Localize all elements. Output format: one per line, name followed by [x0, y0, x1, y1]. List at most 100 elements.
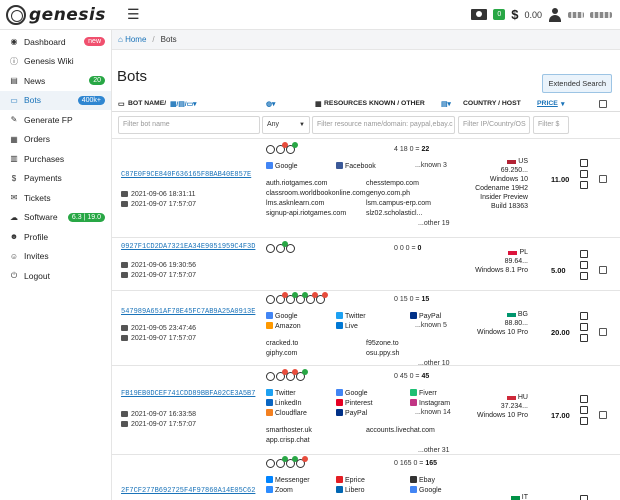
sidebar-item-generate-fp[interactable]: ✎ Generate FP [0, 110, 111, 130]
fingerprint-status-icon[interactable] [276, 142, 288, 154]
sidebar-item-tickets[interactable]: ✉ Tickets [0, 188, 111, 208]
sidebar-item-profile[interactable]: ☻ Profile [0, 227, 111, 247]
resource-ebay[interactable]: Ebay [410, 476, 435, 484]
resource-paypal[interactable]: PayPal [336, 409, 367, 417]
sidebar-item-genesis-wiki[interactable]: ⓘ Genesis Wiki [0, 52, 111, 72]
sidebar-item-software[interactable]: ☁ Software 6.3 | 19.0 [0, 208, 111, 228]
view-icon[interactable] [580, 495, 588, 500]
resource-paypal[interactable]: PayPal [410, 312, 441, 320]
fingerprint-status-icon[interactable] [266, 295, 275, 304]
row-checkbox[interactable] [599, 175, 607, 183]
row-checkbox[interactable] [599, 411, 607, 419]
other-more-link[interactable]: ...other 31 [418, 447, 450, 454]
sidebar-item-payments[interactable]: $ Payments [0, 169, 111, 189]
header-price[interactable]: PRICE [537, 100, 558, 107]
bot-id-link[interactable]: 0927F1CD2DA7321EA34E9051959C4F3D [121, 243, 255, 251]
fingerprint-col-icon[interactable]: ◍▾ [266, 100, 275, 108]
filter-resource-input[interactable]: Filter resource name/domain: paypal,ebay… [312, 116, 455, 134]
resource-live[interactable]: Live [336, 322, 358, 330]
known-more-link[interactable]: ...known 5 [415, 322, 447, 329]
view-icon[interactable] [580, 159, 588, 167]
bot-id-link[interactable]: FB19EB0DCEF741CDD89BBFA02CE3A5B7 [121, 390, 255, 398]
sidebar-item-logout[interactable]: ⏻ Logout [0, 266, 111, 286]
fingerprint-status-icon[interactable] [286, 244, 295, 253]
fingerprint-status-icon[interactable] [276, 292, 288, 304]
cash-badge[interactable]: 0 [493, 9, 506, 20]
resource-facebook[interactable]: Facebook [336, 162, 376, 170]
cart-icon[interactable] [580, 272, 588, 280]
resource-fiverr[interactable]: Fiverr [410, 389, 437, 397]
hourglass-icon[interactable] [580, 406, 588, 414]
columns-toggle-icon[interactable]: ▤▾ [441, 100, 451, 108]
logo[interactable]: genesis [0, 4, 112, 25]
breadcrumb-home[interactable]: Home [125, 35, 146, 44]
known-more-link[interactable]: ...known 14 [415, 409, 451, 416]
fingerprint-status-icon[interactable] [266, 145, 275, 154]
blurred-username[interactable] [568, 11, 584, 18]
filter-bot-name-input[interactable]: Filter bot name [118, 116, 260, 134]
resource-libero[interactable]: Libero [336, 486, 364, 494]
row-checkbox[interactable] [599, 266, 607, 274]
price-sort-icon[interactable]: ▾ [561, 100, 564, 108]
blurred-email[interactable] [590, 11, 612, 18]
resource-messenger[interactable]: Messenger [266, 476, 310, 484]
cart-icon[interactable] [580, 181, 588, 189]
user-icon[interactable] [548, 7, 562, 22]
resource-twitter[interactable]: Twitter [266, 389, 296, 397]
cash-icon[interactable] [471, 9, 488, 20]
any-select[interactable]: Any ▼ [262, 116, 310, 134]
fingerprint-status-icon[interactable] [286, 456, 298, 468]
sidebar-item-bots[interactable]: ▭ Bots 400k+ [0, 90, 111, 110]
resource-amazon[interactable]: Amazon [266, 322, 301, 330]
resource-google[interactable]: Google [266, 162, 298, 170]
sidebar-item-news[interactable]: ▤ News 20 [0, 71, 111, 91]
resource-instagram[interactable]: Instagram [410, 399, 450, 407]
resource-linkedin[interactable]: LinkedIn [266, 399, 301, 407]
fingerprint-status-icon[interactable] [296, 369, 308, 381]
header-bot-name[interactable]: BOT NAME/ [128, 100, 166, 107]
fingerprint-status-icon[interactable] [286, 292, 298, 304]
resource-google[interactable]: Google [410, 486, 442, 494]
fingerprint-status-icon[interactable] [276, 456, 288, 468]
hourglass-icon[interactable] [580, 323, 588, 331]
home-icon[interactable]: ⌂ [118, 35, 125, 44]
bot-id-link[interactable]: C87E0F9CE840F636165F8BAB40E857E [121, 171, 251, 179]
header-country[interactable]: COUNTRY / HOST [463, 100, 521, 107]
resource-pinterest[interactable]: Pinterest [336, 399, 373, 407]
view-icon[interactable] [580, 312, 588, 320]
fingerprint-status-icon[interactable] [306, 292, 318, 304]
fingerprint-status-icon[interactable] [266, 372, 275, 381]
view-icon[interactable] [580, 250, 588, 258]
fingerprint-status-icon[interactable] [296, 292, 308, 304]
header-resources[interactable]: RESOURCES KNOWN / OTHER [324, 100, 425, 107]
view-icon[interactable] [580, 395, 588, 403]
fingerprint-status-icon[interactable] [286, 369, 298, 381]
resource-twitter[interactable]: Twitter [336, 312, 366, 320]
sidebar-item-purchases[interactable]: ▥ Purchases [0, 149, 111, 169]
filter-ip-input[interactable]: Filter IP/Country/OS [458, 116, 530, 134]
hourglass-icon[interactable] [580, 170, 588, 178]
sort-icons[interactable]: ▦/▤/▭▾ [170, 100, 196, 108]
cart-icon[interactable] [580, 417, 588, 425]
fingerprint-status-icon[interactable] [266, 244, 275, 253]
hamburger-menu-icon[interactable]: ☰ [127, 6, 140, 23]
fingerprint-status-icon[interactable] [276, 369, 288, 381]
bot-id-link[interactable]: 547989A651AF78E45FC7AB9A25A0913E [121, 308, 255, 316]
fingerprint-status-icon[interactable] [286, 142, 298, 154]
fingerprint-status-icon[interactable] [316, 292, 328, 304]
resource-google[interactable]: Google [266, 312, 298, 320]
bot-id-link[interactable]: 2F7CF277B692725F4F97860A14E05C62 [121, 487, 255, 495]
select-all-checkbox[interactable] [599, 100, 607, 108]
resource-cloudflare[interactable]: Cloudflare [266, 409, 307, 417]
sidebar-item-dashboard[interactable]: ◉ Dashboard new [0, 32, 111, 52]
resource-eprice[interactable]: Eprice [336, 476, 365, 484]
hourglass-icon[interactable] [580, 261, 588, 269]
fingerprint-status-icon[interactable] [266, 459, 275, 468]
row-checkbox[interactable] [599, 328, 607, 336]
resource-zoom[interactable]: Zoom [266, 486, 293, 494]
extended-search-button[interactable]: Extended Search [542, 74, 612, 93]
sidebar-item-invites[interactable]: ☺ Invites [0, 247, 111, 267]
sidebar-item-orders[interactable]: ▦ Orders [0, 130, 111, 150]
fingerprint-status-icon[interactable] [276, 241, 288, 253]
known-more-link[interactable]: ...known 3 [415, 162, 447, 169]
